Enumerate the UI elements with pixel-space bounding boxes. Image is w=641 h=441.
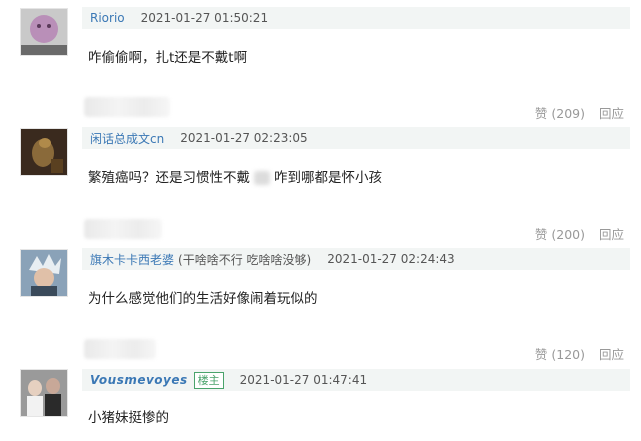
avatar-image <box>21 129 67 175</box>
username-signature: (干啥啥不行 吃啥啥没够) <box>178 252 312 267</box>
like-button[interactable]: 赞 (120) <box>535 344 585 363</box>
comment-actions: 赞 (200) 回应 <box>535 224 624 243</box>
reply-button[interactable]: 回应 <box>599 103 624 122</box>
avatar-image <box>21 370 67 416</box>
like-button[interactable]: 赞 (209) <box>535 103 585 122</box>
comment-meta-bar: Vousmevoyes 楼主 2021-01-27 01:47:41 <box>82 369 630 391</box>
avatar-image <box>21 9 67 55</box>
comment-timestamp: 2021-01-27 02:24:43 <box>327 252 455 266</box>
username-link[interactable]: 旗木卡卡西老婆 <box>90 251 174 268</box>
comment-text: 繁殖癌吗？还是习惯性不戴 咋到哪都是怀小孩 <box>88 166 382 186</box>
reply-button[interactable]: 回应 <box>599 344 624 363</box>
blurred-content <box>84 339 156 359</box>
comment-text-part: 繁殖癌吗？还是习惯性不戴 <box>88 170 250 186</box>
reply-button[interactable]: 回应 <box>599 224 624 243</box>
username-link[interactable]: 闲话总成文cn <box>90 130 164 147</box>
comment-timestamp: 2021-01-27 01:50:21 <box>140 11 269 25</box>
comment-actions: 赞 (209) 回应 <box>535 103 624 122</box>
avatar[interactable] <box>20 369 68 417</box>
comment-text: 咋偷偷啊，扎t还是不戴t啊 <box>88 50 248 66</box>
comment-timestamp: 2021-01-27 01:47:41 <box>239 373 368 387</box>
blurred-content <box>84 219 162 239</box>
comment-meta-bar: Riorio 2021-01-27 01:50:21 <box>82 7 630 29</box>
comment-meta-bar: 旗木卡卡西老婆 (干啥啥不行 吃啥啥没够) 2021-01-27 02:24:4… <box>82 248 630 270</box>
username-link[interactable]: Riorio <box>90 11 125 25</box>
comment-text-part: 咋到哪都是怀小孩 <box>274 170 382 186</box>
username-link[interactable]: Vousmevoyes <box>90 373 188 387</box>
blurred-content <box>84 97 170 117</box>
avatar[interactable] <box>20 8 68 56</box>
comment-text: 小猪妹挺惨的 <box>88 410 169 426</box>
comment-text: 为什么感觉他们的生活好像闹着玩似的 <box>88 291 318 307</box>
comment-actions: 赞 (120) 回应 <box>535 344 624 363</box>
like-button[interactable]: 赞 (200) <box>535 224 585 243</box>
blurred-content <box>254 171 270 185</box>
avatar[interactable] <box>20 249 68 297</box>
comment-timestamp: 2021-01-27 02:23:05 <box>180 131 308 145</box>
avatar[interactable] <box>20 128 68 176</box>
comment-meta-bar: 闲话总成文cn 2021-01-27 02:23:05 <box>82 127 630 149</box>
avatar-image <box>21 250 67 296</box>
op-badge: 楼主 <box>193 371 224 389</box>
